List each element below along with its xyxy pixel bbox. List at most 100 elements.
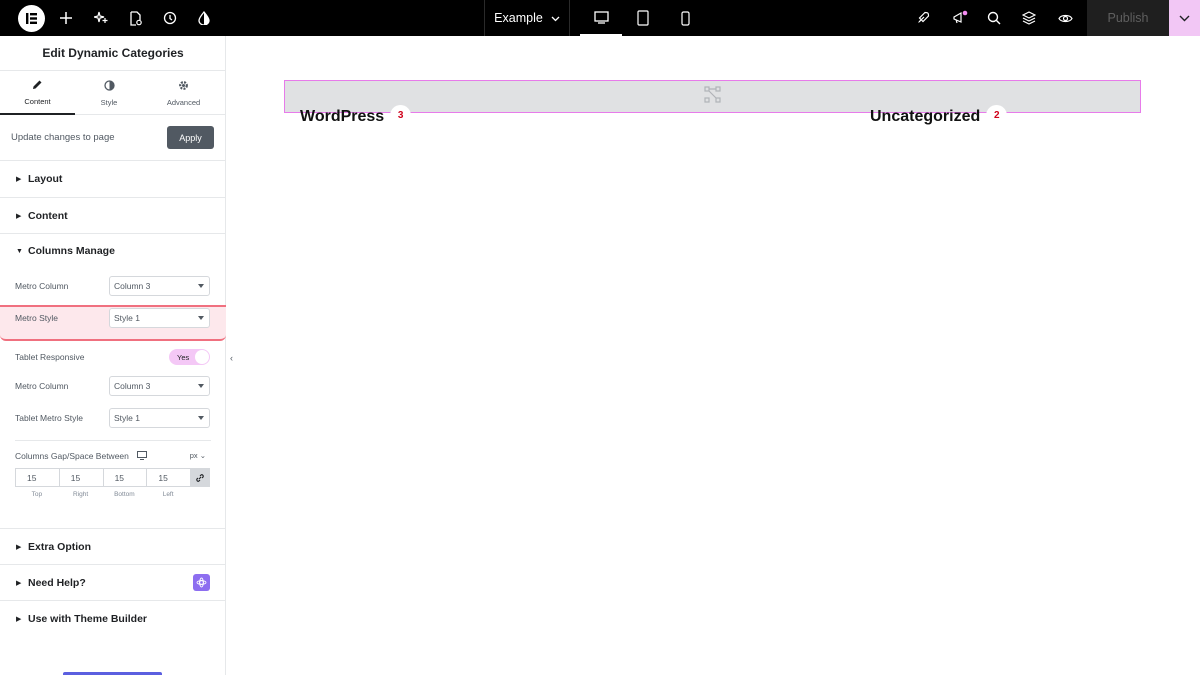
metro-style-select[interactable]: Style 1 bbox=[109, 308, 210, 328]
metro-column-control: Metro Column Column 3 bbox=[0, 276, 226, 296]
desktop-icon[interactable] bbox=[136, 451, 147, 460]
category-name: Uncategorized bbox=[870, 108, 981, 125]
tab-label: Advanced bbox=[166, 97, 201, 107]
control-label: Tablet Responsive bbox=[15, 352, 85, 362]
plus-icon[interactable] bbox=[56, 0, 76, 36]
gap-dimension-labels: Top Right Bottom Left bbox=[15, 491, 190, 498]
section-need-help[interactable]: ▶ Need Help? bbox=[0, 565, 226, 601]
top-bar: Example Publish bbox=[0, 0, 1200, 36]
section-columns-manage[interactable]: ▼ Columns Manage bbox=[0, 234, 226, 268]
section-layout[interactable]: ▶ Layout bbox=[0, 161, 226, 198]
control-label: Metro Style bbox=[15, 313, 58, 323]
section-title: Need Help? bbox=[28, 576, 86, 589]
category-item-wordpress[interactable]: WordPress 3 bbox=[300, 104, 412, 126]
tablet-icon[interactable] bbox=[622, 0, 664, 36]
tab-style[interactable]: Style bbox=[75, 71, 143, 115]
tablet-metro-column-control: Metro Column Column 3 bbox=[0, 376, 226, 396]
section-content[interactable]: ▶ Content bbox=[0, 198, 226, 234]
rocket-icon[interactable] bbox=[913, 0, 933, 36]
category-name: WordPress bbox=[300, 108, 385, 125]
search-icon[interactable] bbox=[984, 0, 1004, 36]
panel-title: Edit Dynamic Categories bbox=[42, 46, 184, 60]
gap-dimensions: 15 15 15 15 bbox=[15, 468, 210, 487]
select-value: Column 3 bbox=[114, 381, 151, 391]
control-label: Tablet Metro Style bbox=[15, 413, 84, 423]
tablet-metro-column-select[interactable]: Column 3 bbox=[109, 376, 210, 396]
theme-style-icon[interactable] bbox=[194, 0, 214, 36]
collapse-panel-button[interactable]: ‹ bbox=[226, 343, 237, 373]
section-title: Use with Theme Builder bbox=[28, 613, 148, 625]
tab-label: Style bbox=[100, 97, 118, 107]
section-title: Extra Option bbox=[28, 540, 92, 553]
site-name: Example bbox=[494, 11, 543, 25]
chevron-left-icon: ‹ bbox=[230, 353, 233, 363]
caret-right-icon: ▶ bbox=[16, 212, 22, 220]
section-extra-option[interactable]: ▶ Extra Option bbox=[0, 528, 226, 565]
mobile-icon[interactable] bbox=[664, 0, 706, 36]
apply-button[interactable]: Apply bbox=[167, 126, 214, 149]
metro-style-control: Metro Style Style 1 bbox=[0, 308, 226, 328]
help-brand-icon bbox=[193, 574, 210, 591]
dropdown-arrow-icon bbox=[198, 316, 204, 320]
caret-right-icon: ▶ bbox=[16, 543, 22, 551]
select-value: Style 1 bbox=[114, 313, 140, 323]
editor-panel: Edit Dynamic Categories Content Style Ad… bbox=[0, 36, 226, 675]
section-title: Columns Manage bbox=[28, 245, 115, 257]
control-label: Columns Gap/Space Between bbox=[15, 450, 129, 461]
toggle-label: Yes bbox=[177, 352, 190, 362]
desktop-icon[interactable] bbox=[580, 0, 622, 36]
tab-label: Content bbox=[24, 96, 51, 106]
dimension-label: Right bbox=[73, 491, 89, 498]
dimension-label: Top bbox=[31, 491, 43, 498]
update-changes-text: Update changes to page bbox=[11, 132, 115, 143]
unit-selector[interactable]: px ⌄ bbox=[190, 451, 206, 460]
gap-top-input[interactable]: 15 bbox=[15, 468, 59, 487]
panel-tabs: Content Style Advanced bbox=[0, 70, 226, 115]
chevron-down-icon bbox=[1179, 9, 1190, 27]
category-item-uncategorized[interactable]: Uncategorized 2 bbox=[870, 104, 1008, 126]
tablet-responsive-control: Tablet Responsive Yes bbox=[0, 349, 226, 365]
tablet-metro-style-control: Tablet Metro Style Style 1 bbox=[0, 408, 226, 428]
history-icon[interactable] bbox=[160, 0, 180, 36]
control-label: Metro Column bbox=[15, 381, 69, 391]
eye-icon[interactable] bbox=[1055, 0, 1075, 36]
link-values-icon[interactable] bbox=[190, 468, 210, 487]
category-count-badge: 2 bbox=[986, 104, 1008, 126]
gap-left-input[interactable]: 15 bbox=[146, 468, 191, 487]
publish-options-button[interactable] bbox=[1169, 0, 1200, 36]
dimension-label: Bottom bbox=[114, 491, 135, 498]
section-title: Content bbox=[28, 209, 68, 222]
gap-right-input[interactable]: 15 bbox=[58, 468, 103, 487]
tab-advanced[interactable]: Advanced bbox=[146, 71, 221, 115]
metro-column-select[interactable]: Column 3 bbox=[109, 276, 210, 296]
dropdown-arrow-icon bbox=[198, 284, 204, 288]
section-placeholder[interactable] bbox=[284, 80, 1141, 113]
elementor-logo-icon[interactable] bbox=[18, 5, 45, 32]
caret-right-icon: ▶ bbox=[16, 579, 22, 587]
dimension-label: Left bbox=[162, 491, 174, 498]
gap-bottom-input[interactable]: 15 bbox=[102, 468, 147, 487]
dropdown-arrow-icon bbox=[198, 384, 204, 388]
tab-content[interactable]: Content bbox=[0, 71, 75, 115]
chevron-down-icon bbox=[551, 11, 560, 25]
section-title: Layout bbox=[28, 173, 63, 185]
announcements-icon[interactable] bbox=[949, 0, 971, 36]
publish-button[interactable]: Publish bbox=[1087, 0, 1169, 36]
sparkle-ai-icon[interactable] bbox=[91, 0, 111, 36]
half-circle-icon bbox=[103, 79, 115, 93]
pencil-icon bbox=[32, 79, 43, 92]
site-selector[interactable]: Example bbox=[484, 0, 570, 36]
toggle-knob bbox=[195, 350, 209, 364]
unit-label: px bbox=[189, 451, 198, 460]
caret-down-icon: ▼ bbox=[16, 247, 23, 255]
section-handle-icon bbox=[704, 85, 721, 108]
section-theme-builder[interactable]: ▶ Use with Theme Builder bbox=[0, 601, 226, 637]
select-value: Style 1 bbox=[114, 413, 140, 423]
control-label: Metro Column bbox=[15, 281, 69, 291]
layers-icon[interactable] bbox=[1019, 0, 1039, 36]
tablet-responsive-toggle[interactable]: Yes bbox=[169, 349, 210, 365]
columns-gap-header: Columns Gap/Space Between px ⌄ bbox=[15, 440, 211, 470]
dropdown-arrow-icon bbox=[198, 416, 204, 420]
tablet-metro-style-select[interactable]: Style 1 bbox=[109, 408, 210, 428]
page-settings-icon[interactable] bbox=[125, 0, 145, 36]
